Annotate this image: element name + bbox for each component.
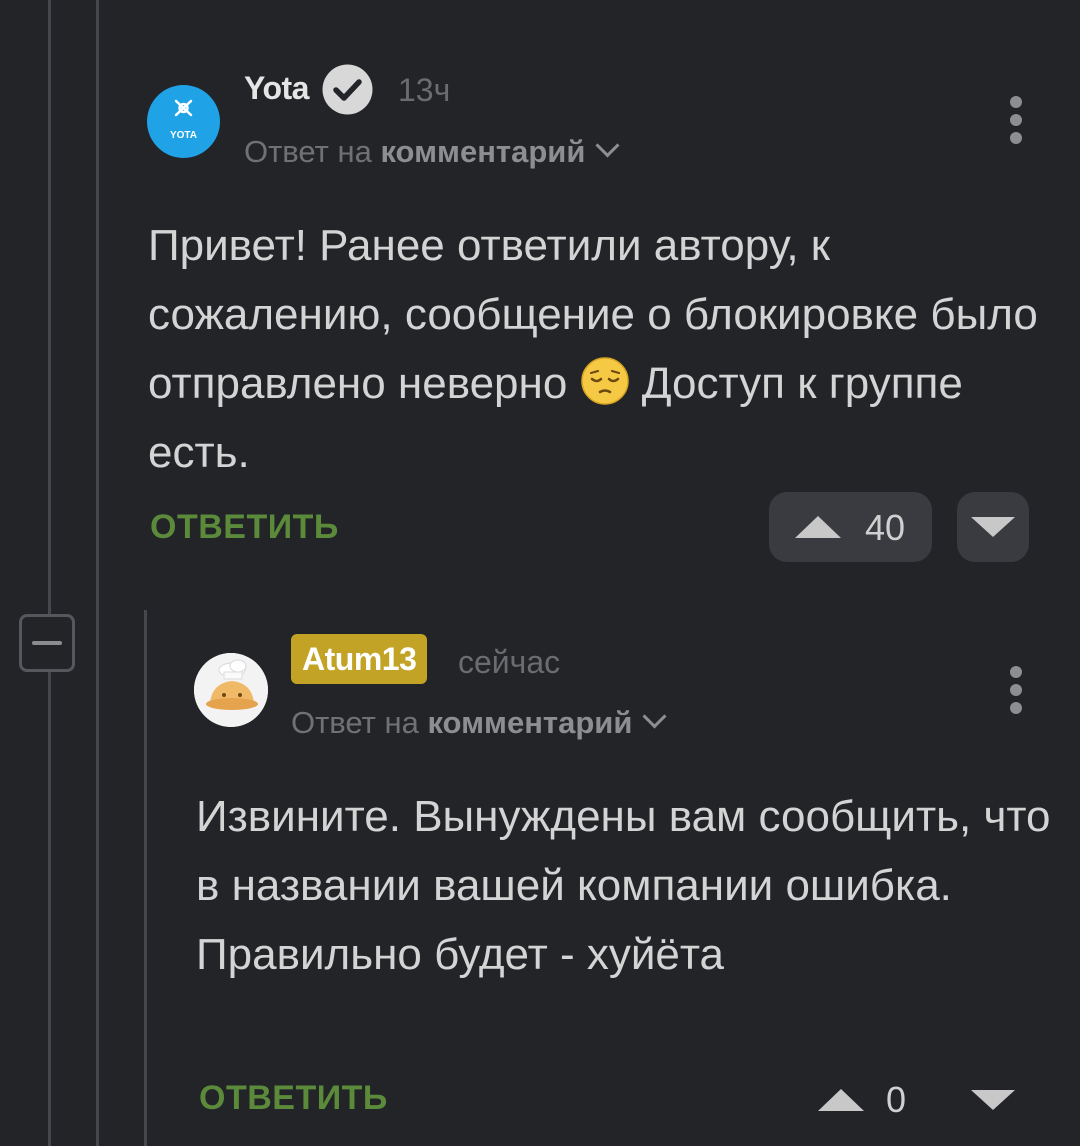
reply-to-link[interactable]: Ответ на комментарий	[291, 704, 667, 741]
upvote-button[interactable]: 40	[769, 492, 932, 562]
reply-target[interactable]: комментарий	[427, 705, 632, 740]
thread-line	[96, 0, 99, 1146]
downvote-button[interactable]	[957, 492, 1029, 562]
reply-to-link[interactable]: Ответ на комментарий	[244, 133, 620, 170]
more-options-icon[interactable]	[1010, 96, 1024, 150]
more-options-icon[interactable]	[1010, 666, 1024, 720]
author-name[interactable]: Atum13	[291, 634, 428, 684]
avatar[interactable]: YOTA	[147, 85, 220, 158]
verified-icon	[320, 62, 375, 117]
thread-line	[144, 610, 147, 1146]
upvote-button[interactable]	[818, 1089, 864, 1111]
comment-time: сейчас	[458, 644, 561, 680]
upvote-icon	[795, 516, 841, 538]
chevron-down-icon	[642, 704, 667, 729]
comment-time: 13ч	[398, 72, 451, 108]
reply-prefix: Ответ на	[291, 705, 419, 740]
avatar[interactable]	[194, 653, 268, 727]
rating-count: 0	[886, 1079, 907, 1120]
comment-text: Привет! Ранее ответили автору, к сожален…	[148, 211, 1048, 487]
reply-button[interactable]: ОТВЕТИТЬ	[150, 508, 339, 547]
thread-line	[48, 0, 51, 1146]
reply-target[interactable]: комментарий	[380, 134, 585, 169]
comment-text: Извините. Вынуждены вам сообщить, что в …	[196, 792, 1051, 979]
svg-text:YOTA: YOTA	[170, 130, 197, 141]
downvote-icon	[971, 517, 1015, 537]
pensive-face-icon	[580, 357, 629, 405]
author-name[interactable]: Yota	[244, 70, 309, 107]
downvote-button[interactable]	[971, 1090, 1015, 1110]
chevron-down-icon	[595, 133, 620, 158]
reply-button[interactable]: ОТВЕТИТЬ	[199, 1079, 388, 1118]
rating-count: 40	[865, 507, 906, 548]
reply-prefix: Ответ на	[244, 134, 372, 169]
collapse-thread-button[interactable]	[19, 614, 75, 672]
